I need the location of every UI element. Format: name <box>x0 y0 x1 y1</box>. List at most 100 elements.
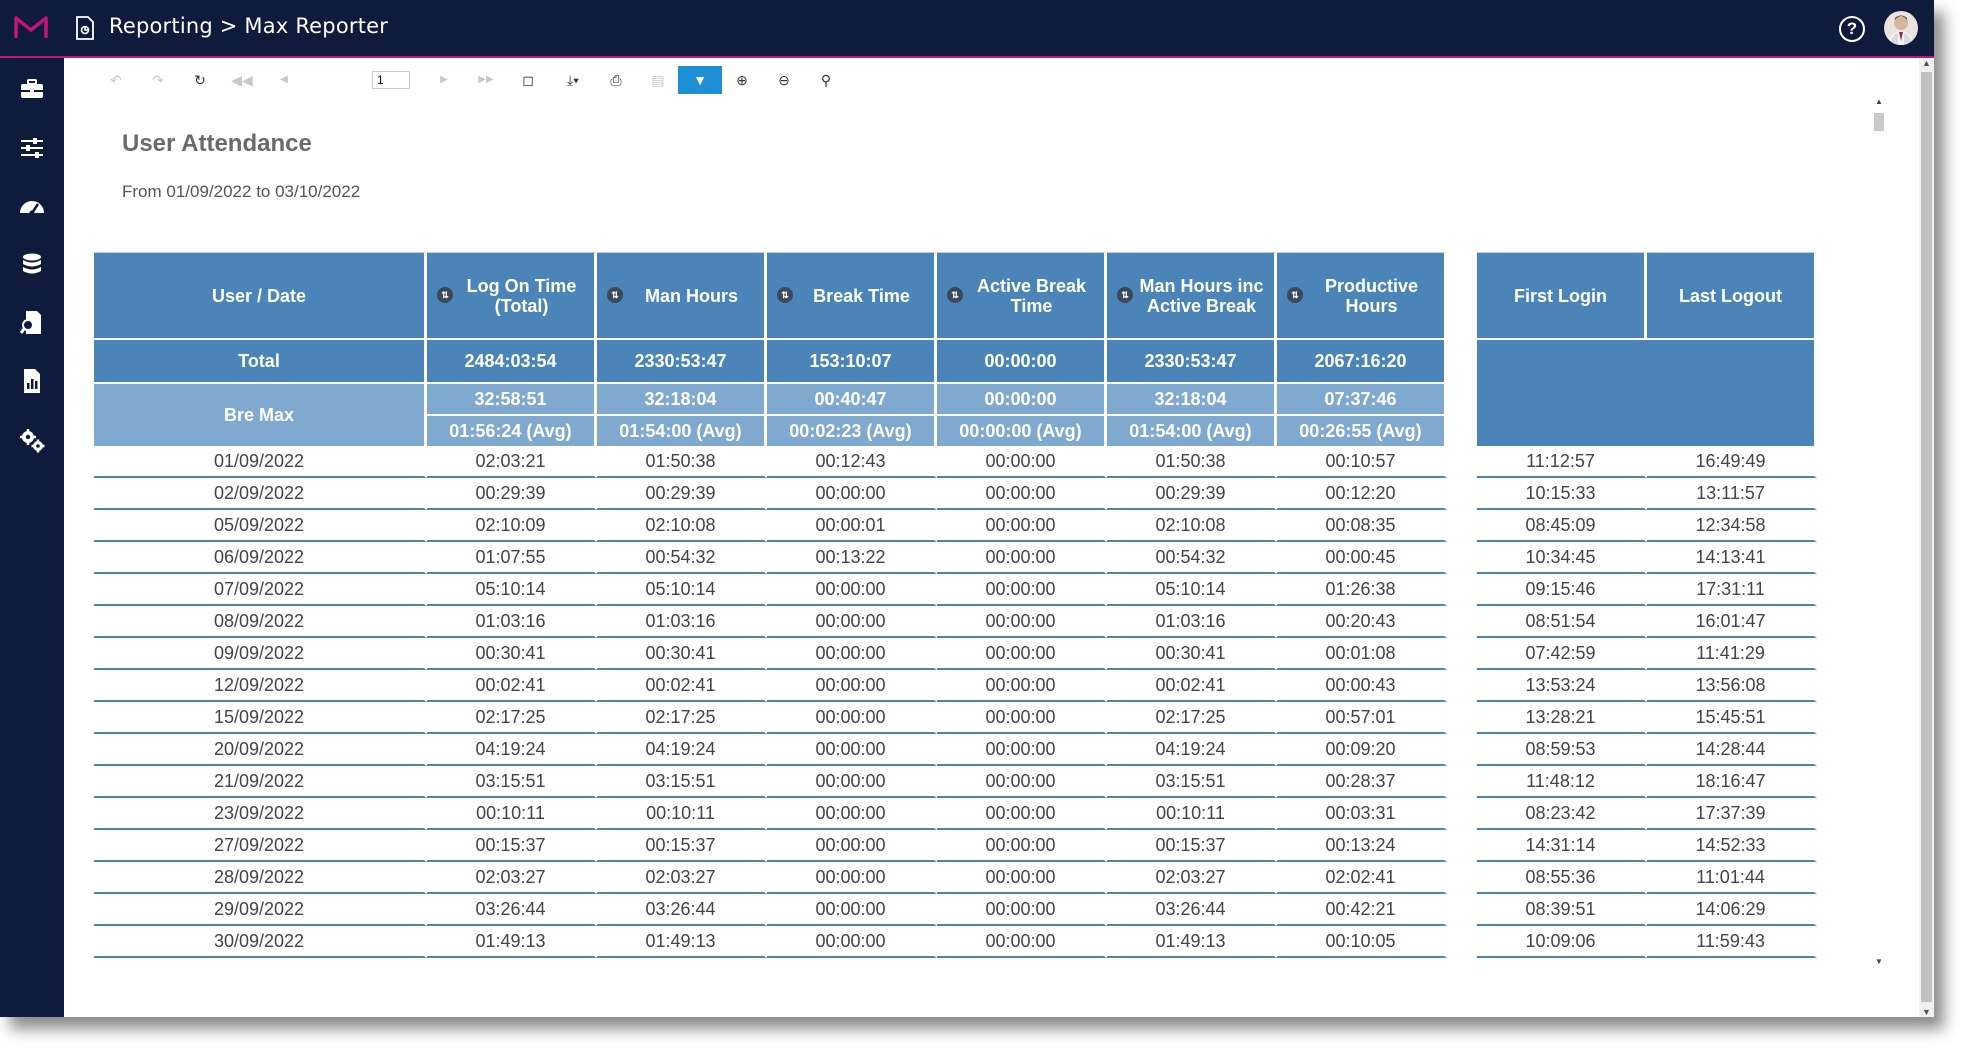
row-value: 05:10:14 <box>597 574 767 606</box>
row-value: 00:54:32 <box>597 542 767 574</box>
row-first-login: 13:28:21 <box>1477 702 1647 734</box>
sidebar-item-search-documents[interactable] <box>17 308 47 338</box>
page-scrollbar[interactable]: ▲ ▼ <box>1919 58 1934 1017</box>
prev-page-icon[interactable]: ◀ <box>270 66 298 94</box>
print-icon[interactable]: ⎙ <box>602 66 630 94</box>
scroll-thumb[interactable] <box>1921 72 1932 1002</box>
page-number-input[interactable] <box>372 71 410 89</box>
document-map-icon[interactable]: ▤ <box>644 66 672 94</box>
column-header-active-break-time[interactable]: ⇅ Active Break Time <box>937 252 1107 338</box>
column-header-user-date: User / Date <box>94 252 427 338</box>
column-gap <box>1447 702 1477 734</box>
row-value: 00:42:21 <box>1277 894 1447 926</box>
forward-icon[interactable]: ↷ <box>144 66 172 94</box>
row-value: 02:02:41 <box>1277 862 1447 894</box>
back-icon[interactable]: ↶ <box>102 66 130 94</box>
row-value: 02:03:27 <box>427 862 597 894</box>
row-value: 01:03:16 <box>427 606 597 638</box>
sort-toggle-icon[interactable]: ⇅ <box>777 287 793 303</box>
report-scrollbar[interactable]: ▲ ▼ <box>1872 95 1884 966</box>
scroll-down-icon[interactable]: ▼ <box>1875 957 1883 966</box>
row-value: 00:00:00 <box>767 606 937 638</box>
row-value: 00:15:37 <box>1107 830 1277 862</box>
sidebar-item-settings-sliders[interactable] <box>17 133 47 163</box>
table-row: 20/09/2022 04:19:24 04:19:24 00:00:00 00:00:… <box>94 734 1817 766</box>
zoom-in-icon[interactable]: ⊕ <box>728 66 756 94</box>
row-last-logout: 14:52:33 <box>1647 830 1817 862</box>
dashboard-icon <box>20 201 44 216</box>
table-row: 30/09/2022 01:49:13 01:49:13 00:00:00 00:00:… <box>94 926 1817 958</box>
row-value: 01:49:13 <box>1107 926 1277 958</box>
zoom-out-icon[interactable]: ⊖ <box>770 66 798 94</box>
row-first-login: 09:15:46 <box>1477 574 1647 606</box>
column-gap <box>1447 830 1477 862</box>
row-value: 00:00:43 <box>1277 670 1447 702</box>
sidebar <box>0 58 64 1017</box>
row-value: 00:02:41 <box>1107 670 1277 702</box>
scroll-down-icon[interactable]: ▼ <box>1922 1007 1931 1017</box>
row-value: 02:17:25 <box>1107 702 1277 734</box>
first-page-icon[interactable]: ◀◀ <box>228 66 256 94</box>
filter-icon[interactable]: ▼ <box>678 66 722 94</box>
row-date: 28/09/2022 <box>94 862 427 894</box>
print-layout-icon[interactable]: ◻ <box>514 66 542 94</box>
column-header-log-on-time[interactable]: ⇅ Log On Time (Total) <box>427 252 597 338</box>
row-value: 01:50:38 <box>1107 446 1277 478</box>
row-first-login: 08:45:09 <box>1477 510 1647 542</box>
row-value: 02:10:08 <box>1107 510 1277 542</box>
help-icon[interactable]: ? <box>1839 16 1865 42</box>
row-first-login: 08:51:54 <box>1477 606 1647 638</box>
sort-toggle-icon[interactable]: ⇅ <box>607 287 623 303</box>
column-gap <box>1447 862 1477 894</box>
row-value: 00:30:41 <box>427 638 597 670</box>
row-last-logout: 14:06:29 <box>1647 894 1817 926</box>
row-date: 07/09/2022 <box>94 574 427 606</box>
table-row: 28/09/2022 02:03:27 02:03:27 00:00:00 00:00:… <box>94 862 1817 894</box>
row-value: 00:00:00 <box>767 702 937 734</box>
app-logo-icon[interactable] <box>14 12 48 42</box>
row-value: 00:03:31 <box>1277 798 1447 830</box>
row-last-logout: 17:37:39 <box>1647 798 1817 830</box>
row-value: 00:10:57 <box>1277 446 1447 478</box>
refresh-icon[interactable]: ↻ <box>186 66 214 94</box>
sort-toggle-icon[interactable]: ⇅ <box>1287 287 1303 303</box>
next-page-icon[interactable]: ▶ <box>430 66 458 94</box>
sort-toggle-icon[interactable]: ⇅ <box>437 287 453 303</box>
sidebar-item-briefcase[interactable] <box>17 74 47 104</box>
user-avg-cell: 01:56:24 (Avg) <box>427 414 597 446</box>
row-value: 00:02:41 <box>597 670 767 702</box>
user-group-name[interactable]: Bre Max <box>94 382 427 446</box>
report-viewer: ↶ ↷ ↻ ◀◀ ◀ ▶ ▶▶ ◻ ⤓▾ ⎙ ▤ ▼ ⊕ ⊖ ⚲ User At… <box>64 58 1919 1017</box>
row-value: 00:00:00 <box>937 702 1107 734</box>
user-total-cell: 00:00:00 <box>937 382 1107 414</box>
last-page-icon[interactable]: ▶▶ <box>472 66 500 94</box>
scroll-thumb[interactable] <box>1874 113 1884 131</box>
column-gap <box>1447 382 1477 414</box>
row-value: 00:00:00 <box>767 638 937 670</box>
column-header-productive-hours[interactable]: ⇅ Productive Hours <box>1277 252 1447 338</box>
sidebar-item-database[interactable] <box>17 250 47 280</box>
row-value: 01:49:13 <box>597 926 767 958</box>
total-cell: 2330:53:47 <box>597 338 767 382</box>
column-header-break-time[interactable]: ⇅ Break Time <box>767 252 937 338</box>
find-icon[interactable]: ⚲ <box>812 66 840 94</box>
row-value: 03:15:51 <box>597 766 767 798</box>
column-header-man-hours-inc-active-break[interactable]: ⇅ Man Hours inc Active Break <box>1107 252 1277 338</box>
row-value: 00:10:05 <box>1277 926 1447 958</box>
row-value: 03:15:51 <box>427 766 597 798</box>
user-avatar[interactable] <box>1884 11 1918 45</box>
column-gap <box>1447 734 1477 766</box>
column-gap <box>1447 606 1477 638</box>
sort-toggle-icon[interactable]: ⇅ <box>1117 287 1133 303</box>
export-icon[interactable]: ⤓▾ <box>556 66 590 94</box>
row-value: 00:00:00 <box>767 574 937 606</box>
row-value: 00:09:20 <box>1277 734 1447 766</box>
sidebar-item-system-settings[interactable] <box>17 425 47 455</box>
sort-toggle-icon[interactable]: ⇅ <box>947 287 963 303</box>
sidebar-item-dashboard[interactable] <box>17 192 47 222</box>
scroll-up-icon[interactable]: ▲ <box>1922 58 1931 68</box>
row-last-logout: 15:45:51 <box>1647 702 1817 734</box>
scroll-up-icon[interactable]: ▲ <box>1875 97 1883 106</box>
column-header-man-hours[interactable]: ⇅ Man Hours <box>597 252 767 338</box>
sidebar-item-reports[interactable] <box>17 366 47 396</box>
